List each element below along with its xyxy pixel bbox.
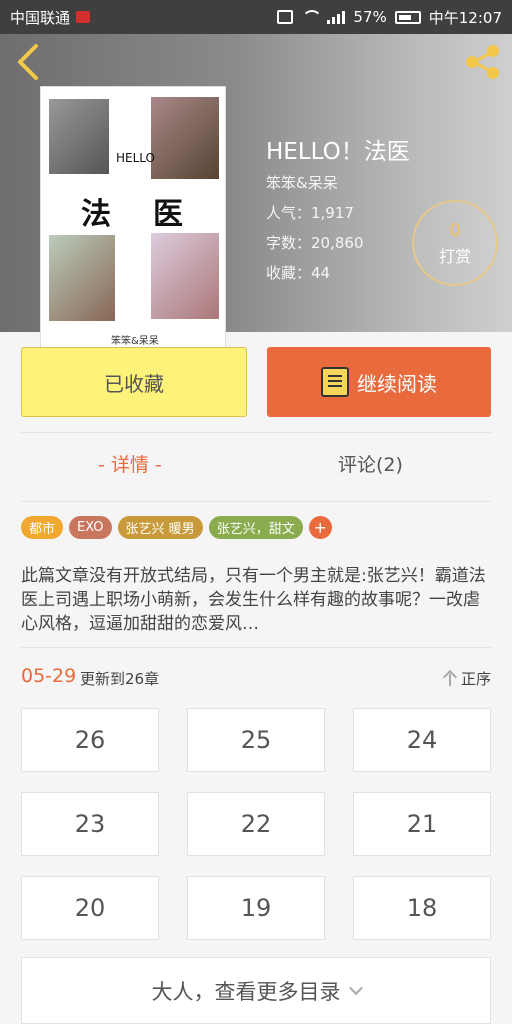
tag[interactable]: 都市	[21, 516, 64, 539]
share-icon	[466, 45, 499, 79]
vibrate-icon	[277, 10, 294, 24]
update-text: 更新到26章	[80, 670, 160, 688]
tab-comments[interactable]: 评论(2)	[338, 450, 403, 477]
chapter-button[interactable]: 25	[187, 708, 325, 772]
chapter-button[interactable]: 24	[353, 708, 491, 772]
chapter-button[interactable]: 19	[187, 876, 325, 940]
more-chapters-label: 大人，查看更多目录	[151, 979, 341, 1004]
book-header: HELLO 法 医 笨笨&呆呆 HELLO！法医 笨笨&呆呆 人气：1,917 …	[0, 34, 512, 366]
cover-photo	[151, 97, 219, 179]
update-date: 05-29	[21, 665, 77, 687]
clock: 中午12:07	[428, 8, 502, 27]
carrier-name: 中国联通	[10, 8, 71, 27]
wifi-icon	[301, 10, 323, 24]
cover-photo	[49, 235, 115, 321]
chevron-left-icon	[18, 44, 38, 80]
battery-percent: 57%	[353, 8, 387, 26]
continue-reading-button[interactable]: 继续阅读	[267, 347, 491, 417]
divider	[21, 647, 491, 648]
tag[interactable]: 张艺兴 暖男	[117, 516, 203, 539]
sort-toggle[interactable]: 正序	[443, 668, 491, 689]
book-author[interactable]: 笨笨&呆呆	[266, 172, 338, 193]
back-button[interactable]	[12, 42, 46, 82]
chapter-button[interactable]: 26	[21, 708, 159, 772]
chapter-button[interactable]: 18	[353, 876, 491, 940]
chapter-button[interactable]: 22	[187, 792, 325, 856]
more-chapters-button[interactable]: 大人，查看更多目录	[21, 957, 491, 1024]
sort-label: 正序	[460, 670, 491, 688]
continue-reading-label: 继续阅读	[357, 371, 437, 396]
carrier: 中国联通	[10, 7, 91, 28]
cover-author: 笨笨&呆呆	[111, 336, 159, 347]
tab-detail[interactable]: - 详情 -	[98, 450, 162, 477]
reward-count: 0	[449, 219, 461, 241]
add-tag-button[interactable]: +	[308, 516, 332, 539]
book-description[interactable]: 此篇文章没有开放式结局，只有一个男主就是:张艺兴！霸道法医上司遇上职场小萌新，会…	[21, 564, 491, 636]
chapter-button[interactable]: 21	[353, 792, 491, 856]
tag[interactable]: 张艺兴，甜文	[208, 516, 303, 539]
chevron-down-icon	[348, 980, 363, 995]
share-button[interactable]	[462, 42, 502, 82]
reward-button[interactable]: 0 打赏	[412, 200, 498, 286]
tag[interactable]: EXO	[69, 516, 112, 539]
cover-photo	[49, 99, 109, 174]
favorites-count: 收藏：44	[266, 264, 331, 282]
huawei-icon	[76, 11, 91, 23]
book-title: HELLO！法医	[266, 139, 410, 165]
popularity: 人气：1,917	[266, 204, 354, 222]
cover-photo	[151, 233, 219, 319]
reward-label: 打赏	[438, 246, 471, 266]
divider	[21, 501, 491, 502]
word-count: 字数：20,860	[266, 234, 364, 252]
cover-char: 医	[153, 197, 183, 232]
status-bar: 中国联通 57% 中午12:07	[0, 0, 512, 34]
battery-icon	[394, 10, 421, 24]
chapter-button[interactable]: 20	[21, 876, 159, 940]
cover-hello: HELLO	[116, 151, 155, 165]
book-cover[interactable]: HELLO 法 医 笨笨&呆呆	[40, 86, 226, 366]
tag-list: 都市 EXO 张艺兴 暖男 张艺兴，甜文 +	[21, 516, 332, 539]
divider	[21, 432, 491, 433]
signal-icon	[327, 10, 346, 24]
cover-char: 法	[81, 197, 111, 232]
book-icon	[321, 367, 349, 397]
collected-button[interactable]: 已收藏	[21, 347, 247, 417]
arrow-up-icon	[443, 671, 457, 687]
chapter-button[interactable]: 23	[21, 792, 159, 856]
